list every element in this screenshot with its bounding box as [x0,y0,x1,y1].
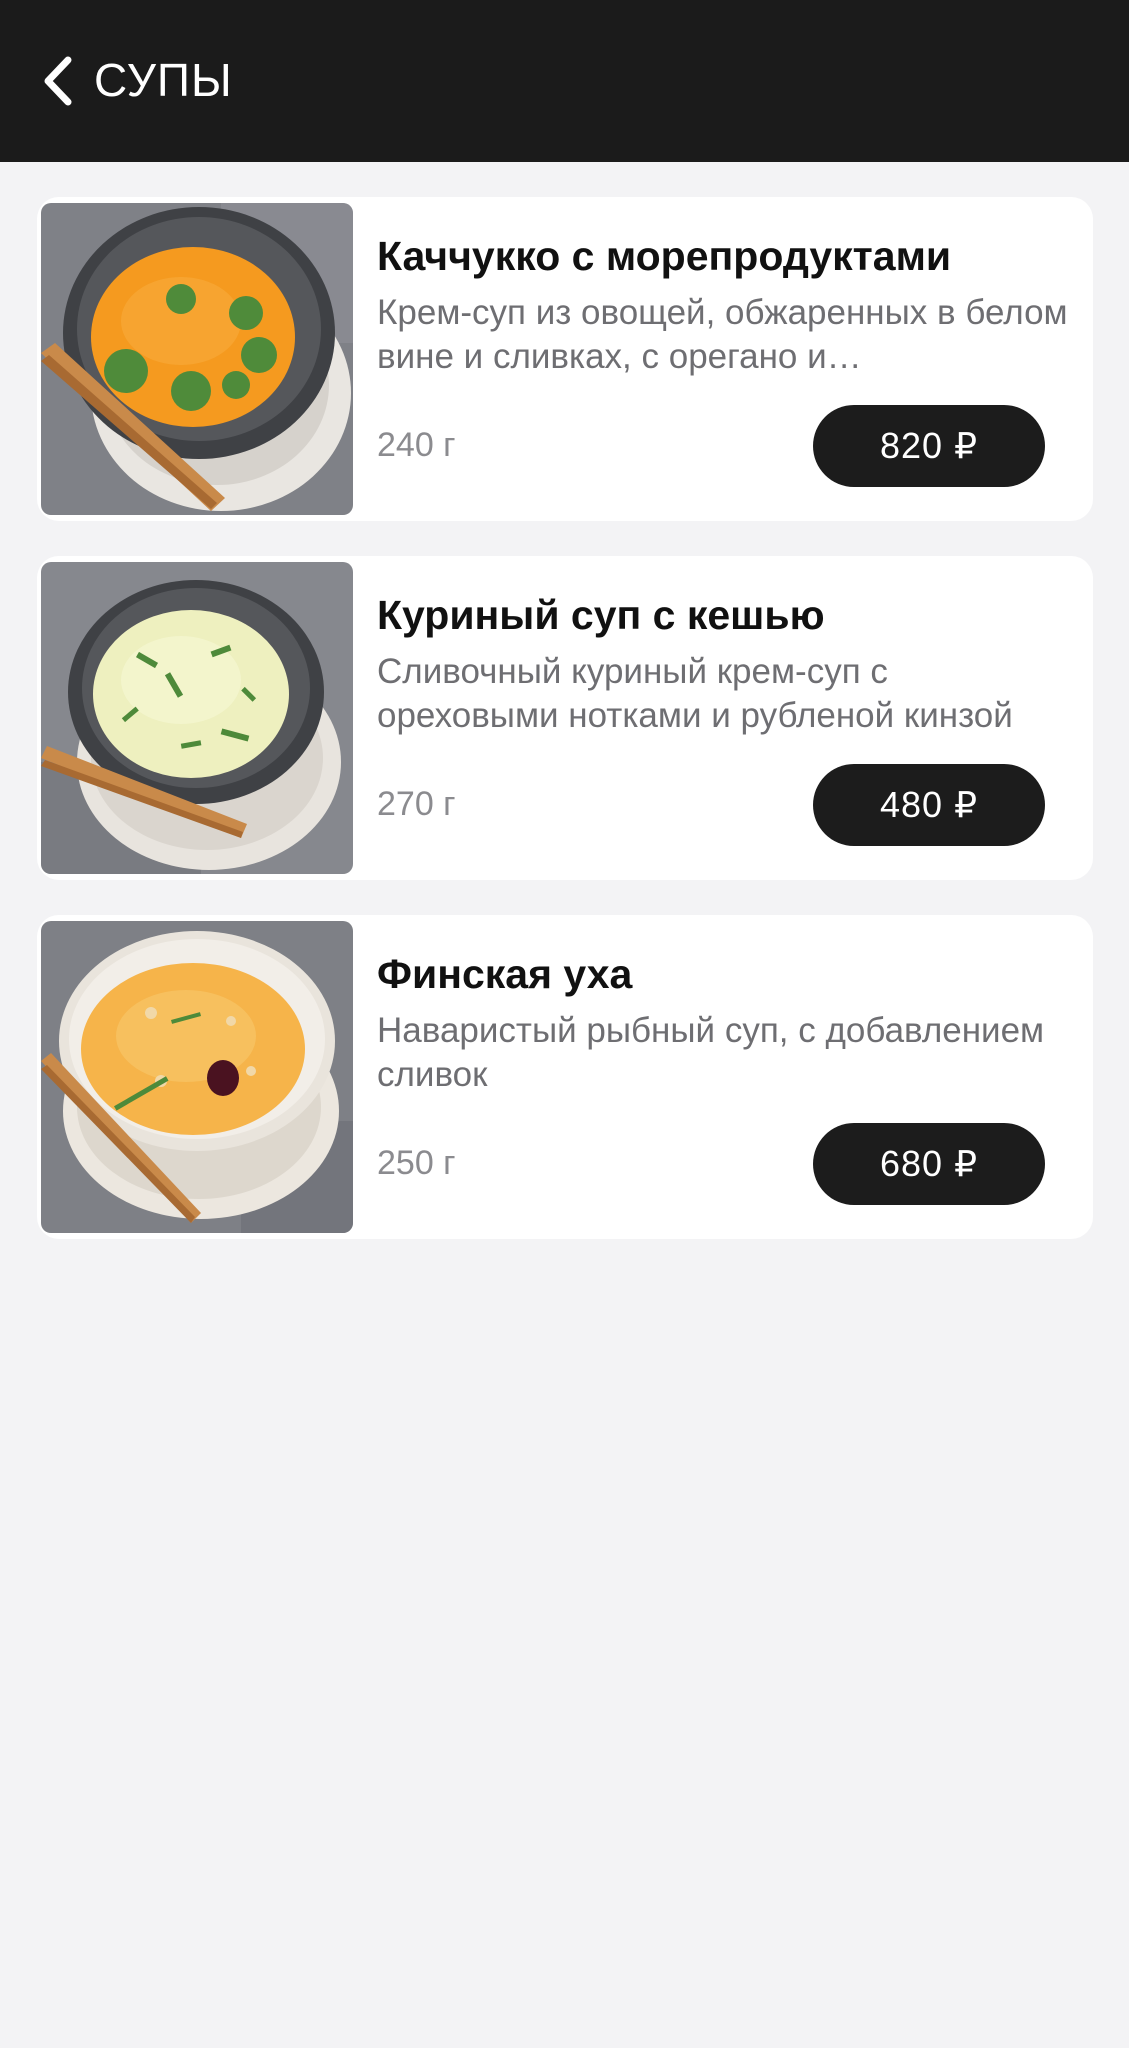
product-list: Каччукко с морепродуктами Крем-суп из ов… [37,197,1093,1274]
product-name: Каччукко с морепродуктами [377,233,952,279]
price-button[interactable]: 820 ₽ [813,405,1045,487]
price-button[interactable]: 680 ₽ [813,1123,1045,1205]
product-photo [41,562,353,874]
product-description: Крем-суп из овощей, обжаренных в белом в… [377,293,1068,376]
product-description: Наваристый рыбный суп, с добавлением сли… [377,1011,1045,1094]
page-title: СУПЫ [94,54,233,106]
product-description: Сливочный куриный крем-суп с ореховыми н… [377,652,1013,735]
top-bar: СУПЫ [0,0,1129,162]
product-weight: 240 г [377,426,456,464]
product-weight: 270 г [377,785,456,823]
product-photo [41,921,353,1233]
product-name: Куриный суп с кешью [377,592,825,638]
product-card[interactable]: Финская уха Наваристый рыбный суп, с доб… [37,915,1093,1239]
product-card[interactable]: Куриный суп с кешью Сливочный куриный кр… [37,556,1093,880]
price-button[interactable]: 480 ₽ [813,764,1045,846]
product-name: Финская уха [377,951,633,997]
product-card[interactable]: Каччукко с морепродуктами Крем-суп из ов… [37,197,1093,521]
product-weight: 250 г [377,1144,456,1182]
chevron-left-icon [44,56,72,106]
product-photo [41,203,353,515]
back-button[interactable] [22,45,92,117]
